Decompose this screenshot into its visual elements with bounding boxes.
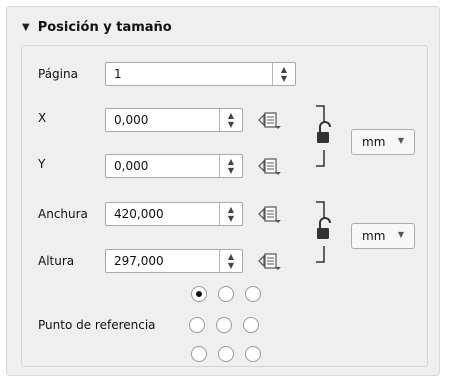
height-label: Altura xyxy=(38,254,75,268)
size-unit-dropdown[interactable]: mm ▼ xyxy=(351,223,415,249)
height-spin-arrows[interactable]: ▲ ▼ xyxy=(219,250,242,272)
page-spin-arrows[interactable]: ▲ ▼ xyxy=(272,63,295,85)
y-data-defined-override-icon[interactable] xyxy=(256,155,282,177)
reference-point-radio-top-middle[interactable] xyxy=(218,286,234,302)
x-data-defined-override-icon[interactable] xyxy=(256,109,282,131)
width-label: Anchura xyxy=(38,207,88,221)
chevron-down-icon: ▼ xyxy=(397,136,404,145)
chevron-down-icon: ▼ xyxy=(397,230,404,239)
reference-point-radio-middle-left[interactable] xyxy=(189,317,205,333)
height-data-defined-override-icon[interactable] xyxy=(256,250,282,272)
x-value: 0,000 xyxy=(114,113,149,127)
reference-point-label: Punto de referencia xyxy=(38,318,156,332)
x-spin-arrows[interactable]: ▲ ▼ xyxy=(219,109,242,131)
y-value: 0,000 xyxy=(114,159,149,173)
reference-point-radio-middle-right[interactable] xyxy=(243,317,259,333)
reference-point-radio-top-left[interactable] xyxy=(191,286,207,302)
x-spinbox[interactable]: 0,000 ▲ ▼ xyxy=(105,108,243,132)
page-label: Página xyxy=(38,67,78,81)
y-spinbox[interactable]: 0,000 ▲ ▼ xyxy=(105,154,243,178)
size-lock-icon[interactable] xyxy=(306,200,346,264)
position-size-group-header[interactable]: ▼ Posición y tamaño xyxy=(22,20,172,35)
page-value: 1 xyxy=(114,67,122,81)
position-unit-dropdown[interactable]: mm ▼ xyxy=(351,129,415,155)
width-spin-arrows[interactable]: ▲ ▼ xyxy=(219,203,242,225)
y-spin-arrows[interactable]: ▲ ▼ xyxy=(219,155,242,177)
position-unit-value: mm xyxy=(362,135,386,149)
width-value: 420,000 xyxy=(114,207,164,221)
width-spinbox[interactable]: 420,000 ▲ ▼ xyxy=(105,202,243,226)
position-lock-icon[interactable] xyxy=(306,104,346,168)
reference-point-radio-center[interactable] xyxy=(216,317,232,333)
height-spinbox[interactable]: 297,000 ▲ ▼ xyxy=(105,249,243,273)
group-title: Posición y tamaño xyxy=(37,20,172,35)
collapse-triangle-icon[interactable]: ▼ xyxy=(22,22,30,33)
page-spinbox[interactable]: 1 ▲ ▼ xyxy=(105,62,296,86)
height-value: 297,000 xyxy=(114,254,164,268)
y-label: Y xyxy=(38,157,46,171)
width-data-defined-override-icon[interactable] xyxy=(256,203,282,225)
reference-point-radio-bottom-left[interactable] xyxy=(191,346,207,362)
reference-point-radio-bottom-middle[interactable] xyxy=(218,346,234,362)
reference-point-radio-bottom-right[interactable] xyxy=(245,346,261,362)
size-unit-value: mm xyxy=(362,229,386,243)
x-label: X xyxy=(38,111,47,125)
reference-point-radio-top-right[interactable] xyxy=(245,286,261,302)
